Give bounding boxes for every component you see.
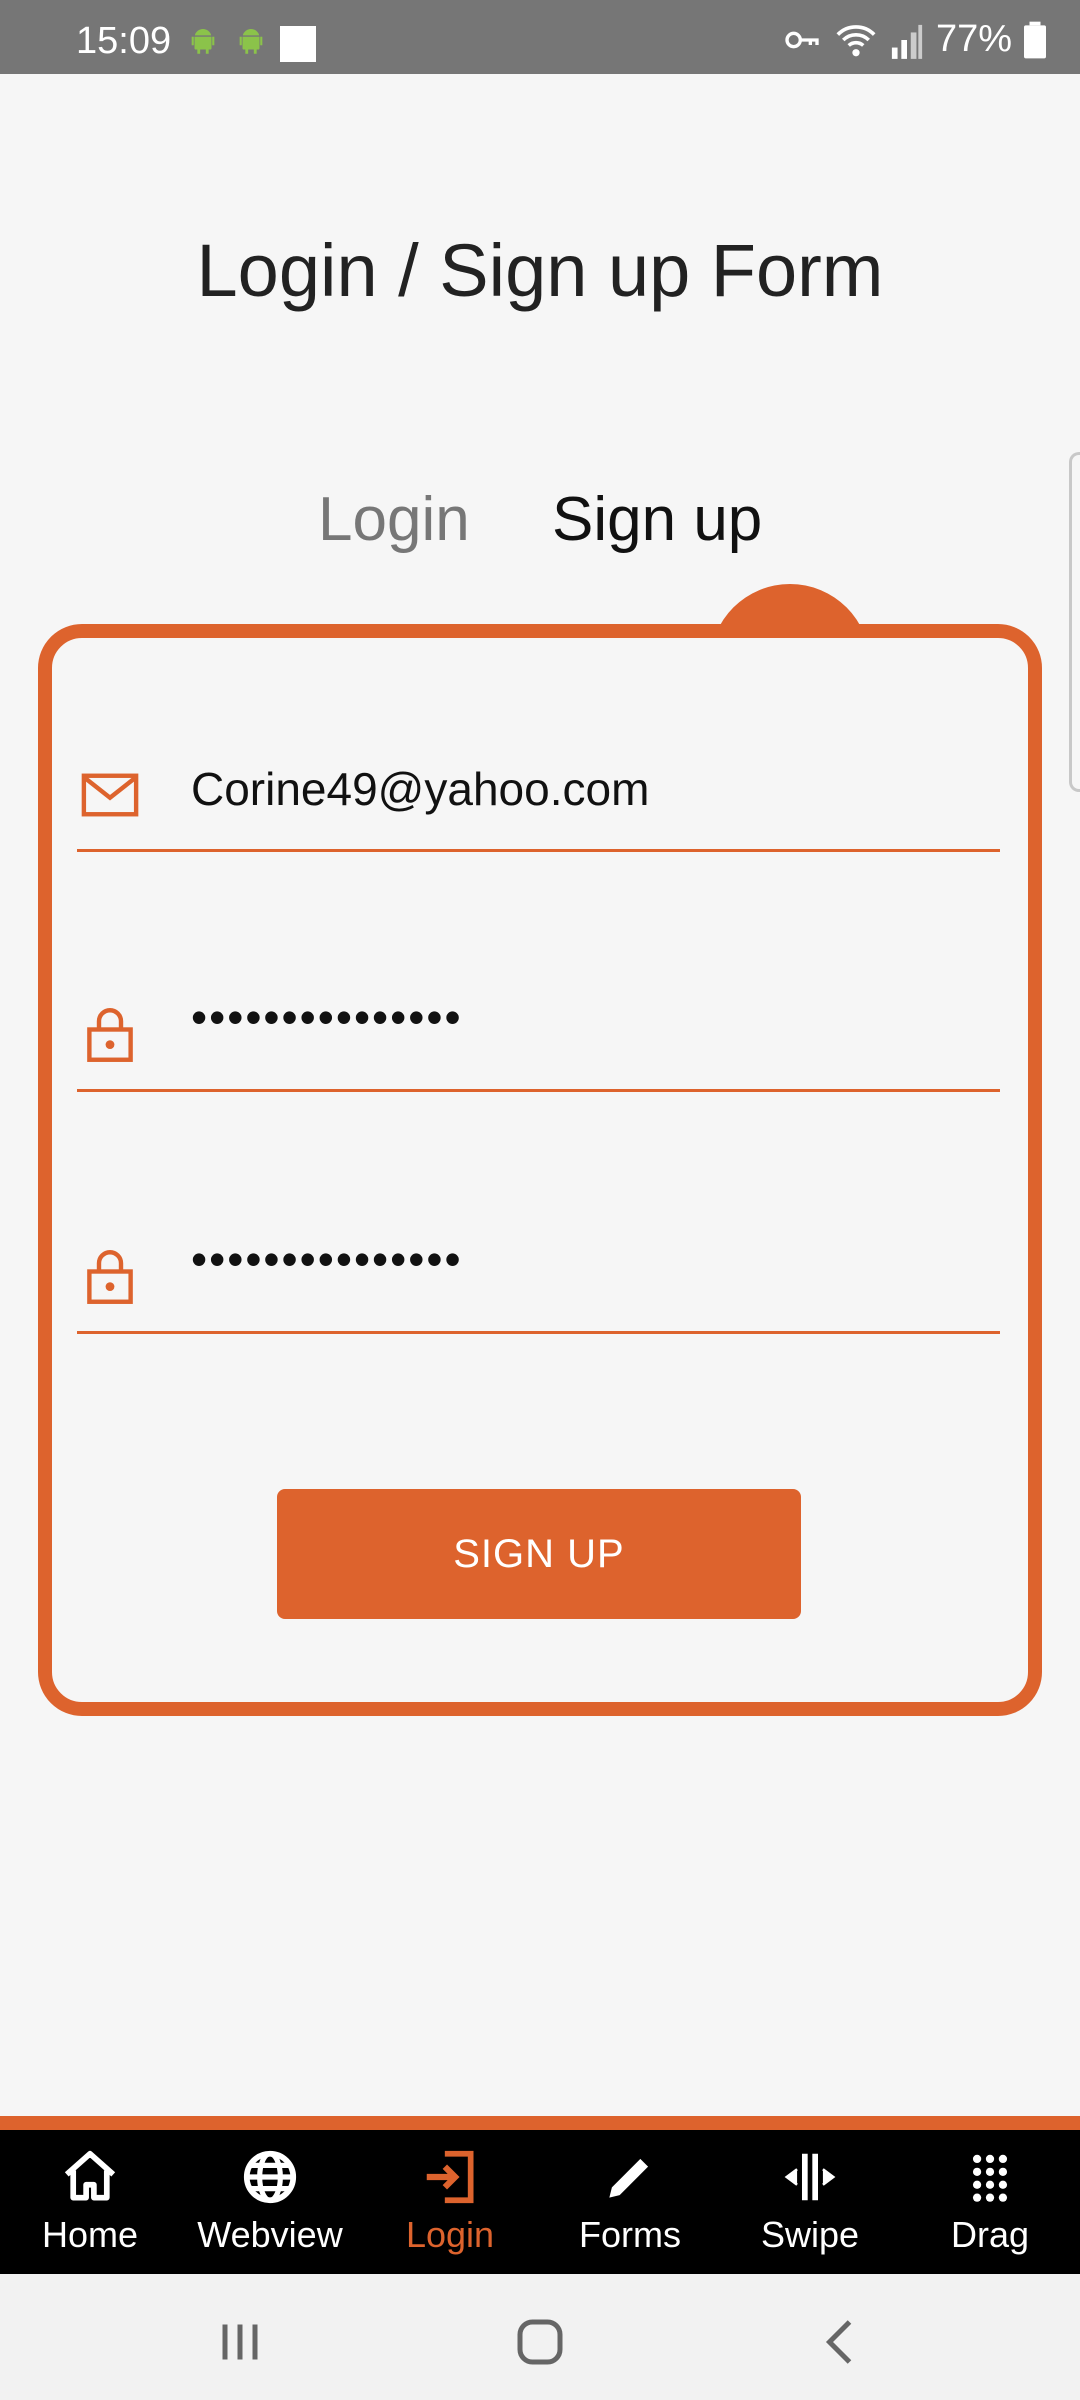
pencil-icon	[609, 2158, 649, 2198]
nav-item-swipe[interactable]: Swipe	[720, 2130, 900, 2274]
swipe-icon	[784, 2153, 836, 2201]
lock-icon	[87, 1250, 133, 1304]
confirm-password-value: •••••••••••••••	[191, 1233, 463, 1285]
nav-item-drag[interactable]: Drag	[900, 2130, 1080, 2274]
status-time: 15:09	[76, 20, 172, 62]
tab-login[interactable]: Login	[318, 484, 470, 555]
email-value: Corine49@yahoo.com	[191, 763, 650, 815]
android-icon	[191, 29, 215, 54]
nav-item-login[interactable]: Login	[360, 2130, 540, 2274]
nav-label-webview: Webview	[197, 2214, 343, 2255]
system-nav-bar	[0, 2274, 1080, 2400]
battery-percent: 77%	[935, 18, 1012, 60]
back-icon[interactable]	[812, 2312, 872, 2372]
email-field[interactable]: Corine49@yahoo.com	[77, 732, 1000, 852]
app-screen: 15:09 77% Login / Sign up Form Login Sig…	[0, 0, 1080, 2400]
nav-label-swipe: Swipe	[760, 2214, 860, 2255]
login-icon	[426, 2150, 474, 2204]
notification-square-icon	[280, 26, 316, 62]
nav-accent-bar	[0, 2116, 1080, 2130]
globe-icon	[243, 2150, 297, 2204]
home-button-icon[interactable]	[510, 2312, 570, 2372]
status-bar: 15:09 77%	[0, 0, 1080, 74]
signal-icon	[891, 24, 923, 59]
status-right: 77%	[782, 18, 1046, 61]
confirm-password-field[interactable]: •••••••••••••••	[77, 1214, 1000, 1334]
page-title: Login / Sign up Form	[196, 229, 884, 312]
scroll-edge-handle[interactable]	[1069, 452, 1080, 792]
android-icon	[239, 29, 263, 54]
key-icon	[785, 31, 819, 48]
nav-label-drag: Drag	[950, 2214, 1030, 2255]
nav-item-webview[interactable]: Webview	[180, 2130, 360, 2274]
nav-label-home: Home	[41, 2214, 139, 2255]
lock-icon	[87, 1008, 133, 1062]
signup-button[interactable]: SIGN UP	[277, 1489, 801, 1619]
nav-item-home[interactable]: Home	[0, 2130, 180, 2274]
grid-icon	[972, 2154, 1008, 2202]
home-icon	[64, 2150, 116, 2201]
password-value: •••••••••••••••	[191, 991, 463, 1043]
nav-label-forms: Forms	[579, 2214, 681, 2255]
envelope-icon	[81, 773, 139, 817]
tab-signup[interactable]: Sign up	[552, 484, 762, 555]
password-field[interactable]: •••••••••••••••	[77, 972, 1000, 1092]
bottom-nav: Home Webview Login Forms Swipe Drag	[0, 2130, 1080, 2274]
nav-item-forms[interactable]: Forms	[540, 2130, 720, 2274]
wifi-icon	[836, 24, 876, 56]
nav-label-login: Login	[405, 2214, 495, 2255]
recent-apps-icon[interactable]	[210, 2312, 270, 2372]
battery-icon	[1024, 21, 1046, 58]
